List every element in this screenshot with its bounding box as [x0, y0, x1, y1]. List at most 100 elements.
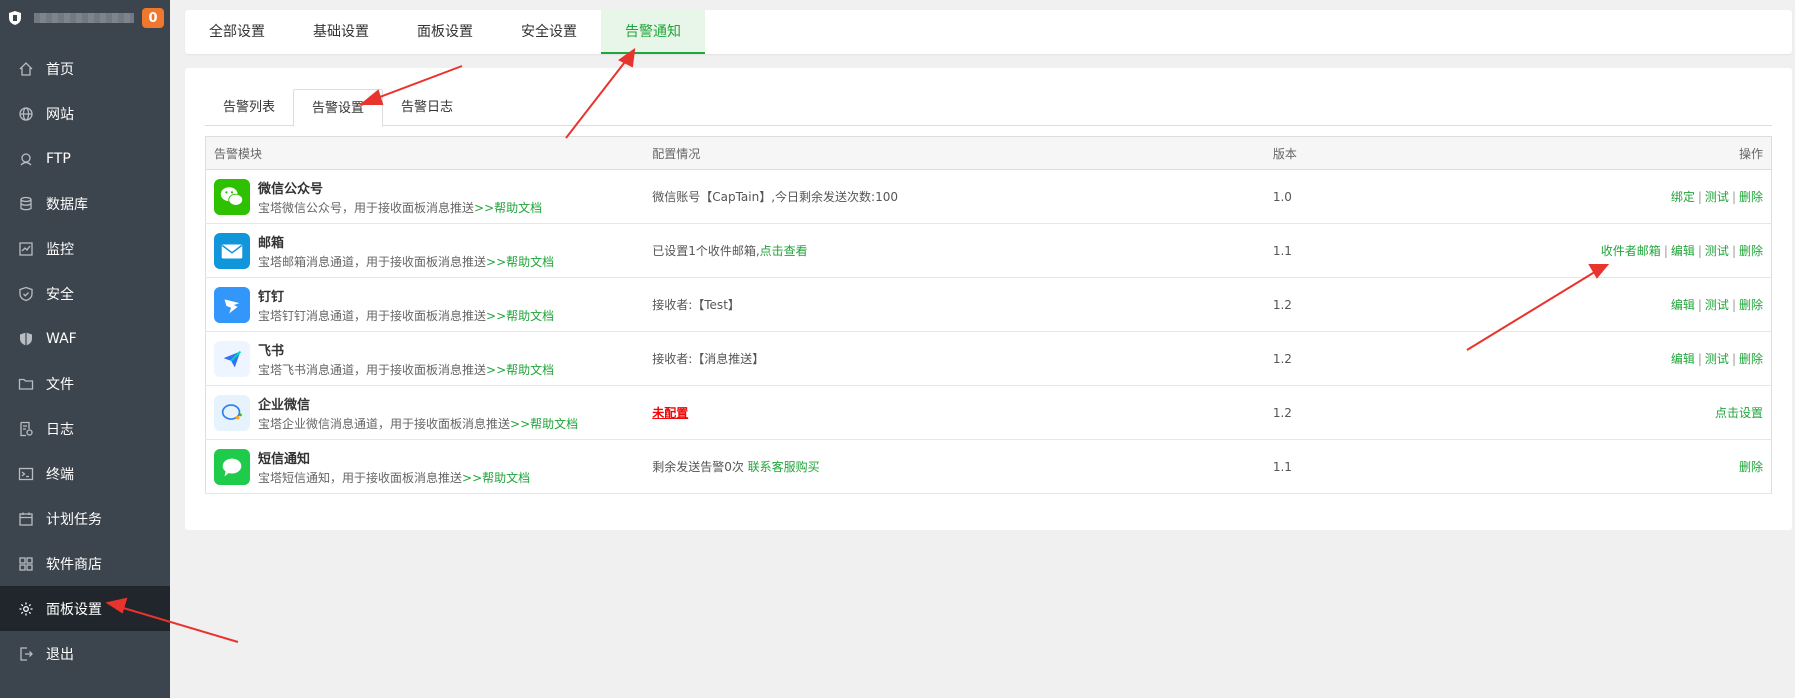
row-actions: 编辑 | 测试 | 删除: [1464, 331, 1772, 386]
table-row: 短信通知 宝塔短信通知，用于接收面板消息推送>>帮助文档 剩余发送告警0次 联系…: [205, 439, 1772, 494]
version-text: 1.0: [1264, 169, 1465, 224]
version-text: 1.1: [1264, 223, 1465, 278]
module-name: 飞书: [258, 343, 285, 359]
module-desc: 宝塔邮箱消息通道，用于接收面板消息推送: [258, 254, 487, 269]
settings-tab-bar: 全部设置 基础设置 面板设置 安全设置 告警通知: [185, 10, 1792, 54]
shield-icon: [18, 286, 34, 302]
sidebar-header: 0: [0, 0, 170, 36]
edit-button[interactable]: 编辑: [1671, 352, 1695, 366]
config-text: 接收者:【消息推送】: [644, 331, 1265, 386]
recipient-email-button[interactable]: 收件者邮箱: [1601, 244, 1661, 258]
globe-icon: [18, 106, 34, 122]
tab-basic-settings[interactable]: 基础设置: [289, 10, 393, 54]
sidebar-item-files[interactable]: 文件: [0, 361, 170, 406]
email-icon: [214, 232, 250, 269]
sidebar-item-waf[interactable]: WAF: [0, 316, 170, 361]
table-row: 飞书 宝塔飞书消息通道，用于接收面板消息推送>>帮助文档 接收者:【消息推送】 …: [205, 331, 1772, 386]
wechat-icon: [214, 178, 250, 215]
tab-security-settings[interactable]: 安全设置: [497, 10, 601, 54]
bind-button[interactable]: 绑定: [1671, 190, 1695, 204]
col-header-version: 版本: [1264, 136, 1465, 170]
test-button[interactable]: 测试: [1705, 352, 1729, 366]
sidebar-item-cron[interactable]: 计划任务: [0, 496, 170, 541]
sidebar-item-security[interactable]: 安全: [0, 271, 170, 316]
row-actions: 编辑 | 测试 | 删除: [1464, 277, 1772, 332]
setup-button[interactable]: 点击设置: [1715, 406, 1763, 420]
row-actions: 删除: [1464, 439, 1772, 494]
help-doc-link[interactable]: >>帮助文档: [474, 201, 542, 215]
sidebar-item-terminal[interactable]: 终端: [0, 451, 170, 496]
help-doc-link[interactable]: >>帮助文档: [486, 309, 554, 323]
subtab-alert-settings[interactable]: 告警设置: [293, 89, 384, 127]
home-icon: [18, 61, 34, 77]
test-button[interactable]: 测试: [1705, 298, 1729, 312]
sidebar-item-logs[interactable]: 日志: [0, 406, 170, 451]
delete-button[interactable]: 删除: [1739, 190, 1763, 204]
sidebar-item-store[interactable]: 软件商店: [0, 541, 170, 586]
table-row: 微信公众号 宝塔微信公众号，用于接收面板消息推送>>帮助文档 微信账号【CapT…: [205, 169, 1772, 224]
notification-badge[interactable]: 0: [142, 8, 164, 28]
sidebar-item-website[interactable]: 网站: [0, 91, 170, 136]
gear-icon: [18, 601, 34, 617]
server-name-blurred: [34, 13, 134, 23]
sidebar-item-ftp[interactable]: FTP: [0, 136, 170, 181]
sidebar-item-logout[interactable]: 退出: [0, 631, 170, 676]
delete-button[interactable]: 删除: [1739, 244, 1763, 258]
table-row: 钉钉 宝塔钉钉消息通道，用于接收面板消息推送>>帮助文档 接收者:【Test】 …: [205, 277, 1772, 332]
sidebar: 0 首页 网站 FTP 数据库 监控 安全 WAF 文件 日志 终端 计划任务 …: [0, 0, 170, 698]
help-doc-link[interactable]: >>帮助文档: [462, 471, 530, 485]
help-doc-link[interactable]: >>帮助文档: [486, 255, 554, 269]
sidebar-menu: 首页 网站 FTP 数据库 监控 安全 WAF 文件 日志 终端 计划任务 软件…: [0, 46, 170, 676]
sidebar-item-panel-settings[interactable]: 面板设置: [0, 586, 170, 631]
edit-button[interactable]: 编辑: [1671, 244, 1695, 258]
config-text: 接收者:【Test】: [644, 277, 1265, 332]
alert-settings-card: 告警列表 告警设置 告警日志 告警模块 配置情况 版本 操作 微信公众号 宝塔微…: [185, 68, 1792, 530]
edit-button[interactable]: 编辑: [1671, 298, 1695, 312]
feishu-icon: [214, 340, 250, 377]
sidebar-item-monitor[interactable]: 监控: [0, 226, 170, 271]
terminal-icon: [18, 466, 34, 482]
config-text: 剩余发送告警0次: [652, 460, 748, 474]
subtab-alert-logs[interactable]: 告警日志: [383, 89, 471, 126]
sms-icon: [214, 448, 250, 485]
alert-module-table: 告警模块 配置情况 版本 操作 微信公众号 宝塔微信公众号，用于接收面板消息推送…: [205, 136, 1772, 494]
delete-button[interactable]: 删除: [1739, 298, 1763, 312]
grid-icon: [18, 556, 34, 572]
version-text: 1.2: [1264, 385, 1465, 440]
tab-alert-notification[interactable]: 告警通知: [601, 10, 705, 54]
module-name: 钉钉: [258, 289, 285, 305]
version-text: 1.2: [1264, 277, 1465, 332]
config-text: 已设置1个收件邮箱,: [652, 244, 760, 258]
delete-button[interactable]: 删除: [1739, 352, 1763, 366]
view-emails-link[interactable]: 点击查看: [760, 244, 808, 258]
subtab-alert-list[interactable]: 告警列表: [205, 89, 293, 126]
sidebar-item-database[interactable]: 数据库: [0, 181, 170, 226]
table-row: 企业微信 宝塔企业微信消息通道，用于接收面板消息推送>>帮助文档 未配置 1.2…: [205, 385, 1772, 440]
dingtalk-icon: [214, 286, 250, 323]
sidebar-item-home[interactable]: 首页: [0, 46, 170, 91]
module-name: 短信通知: [258, 451, 311, 467]
folder-icon: [18, 376, 34, 392]
buy-sms-link[interactable]: 联系客服购买: [748, 460, 820, 474]
module-desc: 宝塔企业微信消息通道，用于接收面板消息推送: [258, 416, 511, 431]
delete-button[interactable]: 删除: [1739, 460, 1763, 474]
wecom-icon: [214, 394, 250, 431]
test-button[interactable]: 测试: [1705, 244, 1729, 258]
log-icon: [18, 421, 34, 437]
unconfigured-link[interactable]: 未配置: [652, 406, 688, 420]
version-text: 1.1: [1264, 439, 1465, 494]
tab-all-settings[interactable]: 全部设置: [185, 10, 289, 54]
col-header-module: 告警模块: [205, 136, 645, 170]
help-doc-link[interactable]: >>帮助文档: [486, 363, 554, 377]
row-actions: 绑定 | 测试 | 删除: [1464, 169, 1772, 224]
module-name: 微信公众号: [258, 181, 324, 197]
ftp-icon: [18, 151, 34, 167]
col-header-action: 操作: [1464, 136, 1772, 170]
calendar-icon: [18, 511, 34, 527]
test-button[interactable]: 测试: [1705, 190, 1729, 204]
logout-icon: [18, 646, 34, 662]
waf-shield-icon: [18, 331, 34, 347]
tab-panel-settings[interactable]: 面板设置: [393, 10, 497, 54]
help-doc-link[interactable]: >>帮助文档: [510, 417, 578, 431]
table-row: 邮箱 宝塔邮箱消息通道，用于接收面板消息推送>>帮助文档 已设置1个收件邮箱,点…: [205, 223, 1772, 278]
